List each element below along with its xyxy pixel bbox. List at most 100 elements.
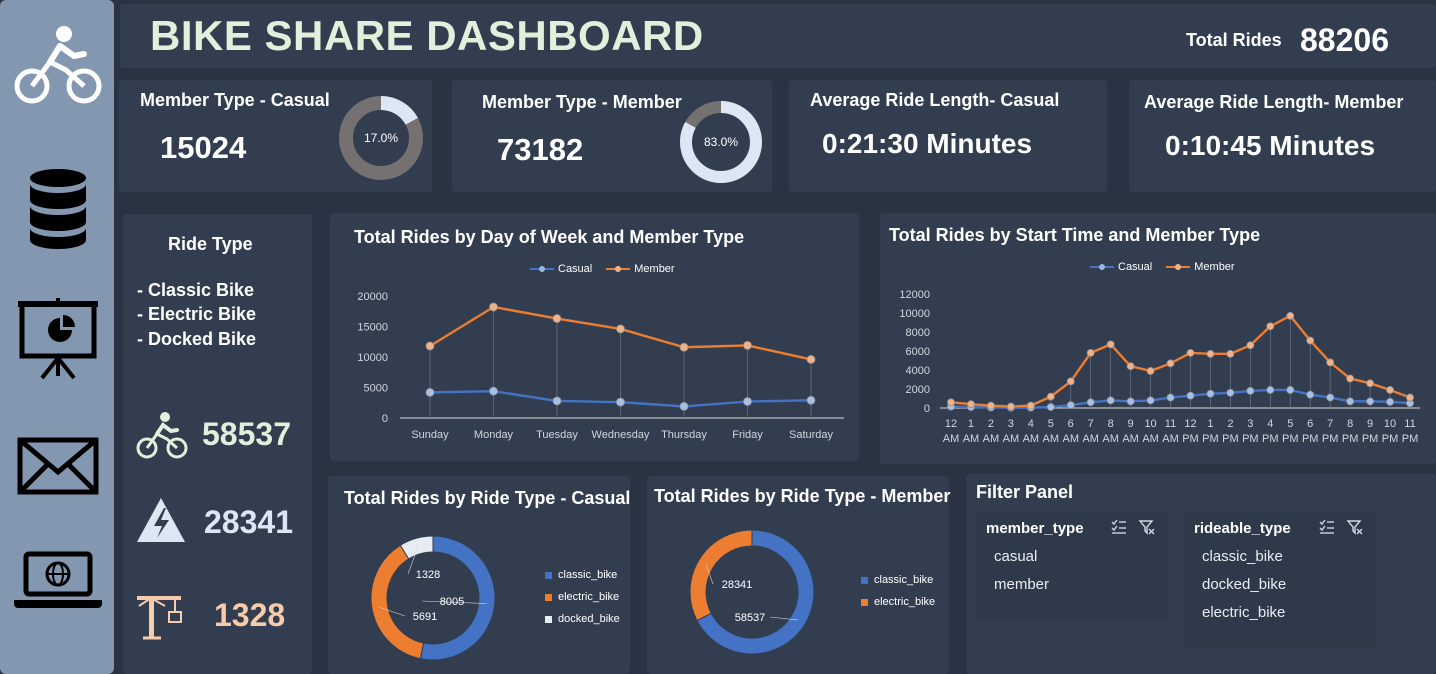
y-tick-label: 4000 bbox=[906, 365, 930, 377]
y-tick-label: 0 bbox=[924, 403, 930, 415]
kpi-member-value: 73182 bbox=[497, 132, 584, 167]
ride-type-casual-legend: classic_bike electric_bike docked_bike bbox=[545, 564, 620, 630]
x-tick-label: PM bbox=[1282, 433, 1299, 445]
y-tick-label: 12000 bbox=[899, 289, 930, 301]
total-rides-label: Total Rides bbox=[1186, 30, 1282, 50]
data-point bbox=[1346, 397, 1355, 406]
data-point bbox=[552, 314, 562, 323]
data-point bbox=[1206, 389, 1215, 398]
x-tick-label: AM bbox=[1003, 433, 1020, 445]
data-label: 1328 bbox=[416, 569, 440, 581]
data-point bbox=[616, 397, 625, 407]
kpi-casual-title: Member Type - Casual bbox=[140, 90, 330, 110]
kpi-casual-card: Member Type - Casual 15024 17.0% bbox=[119, 80, 432, 192]
data-point bbox=[1386, 397, 1394, 406]
data-point bbox=[1006, 402, 1015, 411]
data-point bbox=[1246, 386, 1255, 395]
x-tick-label: Thursday bbox=[661, 429, 707, 441]
x-tick-label: 6 bbox=[1307, 418, 1313, 430]
x-tick-label: 12 bbox=[945, 418, 957, 430]
data-label: 8005 bbox=[440, 596, 464, 608]
ride-type-member-legend: classic_bike electric_bike bbox=[861, 569, 935, 613]
x-tick-label: 12 bbox=[1184, 418, 1196, 430]
data-point bbox=[425, 341, 435, 351]
x-tick-label: Wednesday bbox=[592, 429, 650, 441]
data-point bbox=[1146, 367, 1155, 375]
data-point bbox=[616, 324, 625, 334]
rideable-type-slicer-header: rideable_type bbox=[1194, 520, 1291, 537]
data-point bbox=[1026, 401, 1035, 410]
data-point bbox=[1226, 349, 1235, 358]
data-point bbox=[1306, 390, 1315, 399]
x-tick-label: Friday bbox=[732, 429, 763, 441]
y-tick-label: 10000 bbox=[357, 352, 388, 364]
slicer-item-classic-bike[interactable]: classic_bike bbox=[1202, 548, 1283, 565]
ride-type-casual-panel: Total Rides by Ride Type - Casual 8005 56… bbox=[328, 476, 630, 674]
data-point bbox=[425, 387, 435, 397]
clear-filter-icon[interactable] bbox=[1346, 518, 1364, 536]
kpi-avg-casual-title: Average Ride Length- Casual bbox=[810, 90, 1060, 110]
slicer-item-electric-bike[interactable]: electric_bike bbox=[1202, 604, 1285, 621]
x-tick-label: PM bbox=[1222, 433, 1239, 445]
data-point bbox=[1166, 393, 1175, 402]
legend-electric-bike: electric_bike bbox=[545, 586, 620, 608]
kpi-member-card: Member Type - Member 73182 83.0% bbox=[452, 80, 772, 192]
slicer-item-casual[interactable]: casual bbox=[994, 548, 1037, 565]
series-line-member bbox=[950, 314, 1411, 408]
data-point bbox=[489, 386, 498, 396]
data-point bbox=[1186, 391, 1195, 400]
data-point bbox=[743, 397, 752, 406]
x-tick-label: 9 bbox=[1128, 418, 1134, 430]
x-tick-label: PM bbox=[1342, 433, 1359, 445]
kpi-member-pct: 83.0% bbox=[704, 135, 738, 149]
x-tick-label: 5 bbox=[1048, 418, 1054, 430]
x-tick-label: AM bbox=[1082, 433, 1099, 445]
mail-icon[interactable] bbox=[12, 426, 104, 518]
data-point bbox=[1266, 322, 1275, 331]
x-tick-label: 10 bbox=[1384, 418, 1396, 430]
kpi-casual-pct: 17.0% bbox=[364, 131, 398, 145]
slicer-item-member[interactable]: member bbox=[994, 576, 1049, 593]
data-point bbox=[1106, 340, 1115, 349]
x-tick-label: PM bbox=[1382, 433, 1399, 445]
database-icon[interactable] bbox=[12, 164, 104, 256]
data-point bbox=[967, 400, 975, 409]
x-tick-label: PM bbox=[1182, 433, 1199, 445]
x-tick-label: Saturday bbox=[789, 429, 834, 441]
day-of-week-chart-panel: Total Rides by Day of Week and Member Ty… bbox=[330, 213, 859, 461]
donut-slice-electric-bike bbox=[689, 529, 753, 622]
x-tick-label: AM bbox=[1162, 433, 1179, 445]
kpi-casual-value: 15024 bbox=[160, 130, 247, 165]
kpi-avg-casual-card: Average Ride Length- Casual 0:21:30 Minu… bbox=[789, 80, 1107, 192]
multi-select-icon[interactable] bbox=[1318, 518, 1336, 536]
x-tick-label: PM bbox=[1362, 433, 1379, 445]
x-tick-label: 10 bbox=[1144, 418, 1156, 430]
x-tick-label: 9 bbox=[1367, 418, 1373, 430]
total-rides-value: 88206 bbox=[1300, 22, 1389, 58]
x-tick-label: AM bbox=[963, 433, 980, 445]
presentation-icon[interactable] bbox=[12, 296, 104, 388]
ride-type-item: - Classic Bike bbox=[137, 280, 255, 300]
legend-docked-bike: docked_bike bbox=[545, 608, 620, 630]
data-point bbox=[1366, 379, 1374, 388]
y-tick-label: 15000 bbox=[357, 322, 388, 334]
clear-filter-icon[interactable] bbox=[1138, 518, 1156, 536]
x-tick-label: 8 bbox=[1108, 418, 1114, 430]
start-time-line-chart: 02000400060008000100001200012AM1AM2AM3AM… bbox=[899, 289, 1420, 445]
cyclist-icon[interactable] bbox=[12, 18, 104, 110]
x-tick-label: 11 bbox=[1165, 418, 1176, 430]
data-point bbox=[679, 342, 689, 352]
start-time-chart-panel: Total Rides by Start Time and Member Typ… bbox=[880, 213, 1436, 464]
classic-bike-icon bbox=[136, 412, 188, 459]
dashboard-header: BIKE SHARE DASHBOARD Total Rides 88206 bbox=[120, 4, 1436, 68]
x-tick-label: AM bbox=[943, 433, 960, 445]
x-tick-label: AM bbox=[1062, 433, 1079, 445]
data-point bbox=[1366, 397, 1374, 406]
laptop-globe-icon[interactable] bbox=[12, 540, 104, 632]
x-tick-label: PM bbox=[1202, 433, 1219, 445]
x-tick-label: PM bbox=[1402, 433, 1419, 445]
multi-select-icon[interactable] bbox=[1110, 518, 1128, 536]
slicer-item-docked-bike[interactable]: docked_bike bbox=[1202, 576, 1286, 593]
kpi-avg-casual-value: 0:21:30 Minutes bbox=[822, 128, 1033, 159]
data-point bbox=[947, 398, 955, 407]
